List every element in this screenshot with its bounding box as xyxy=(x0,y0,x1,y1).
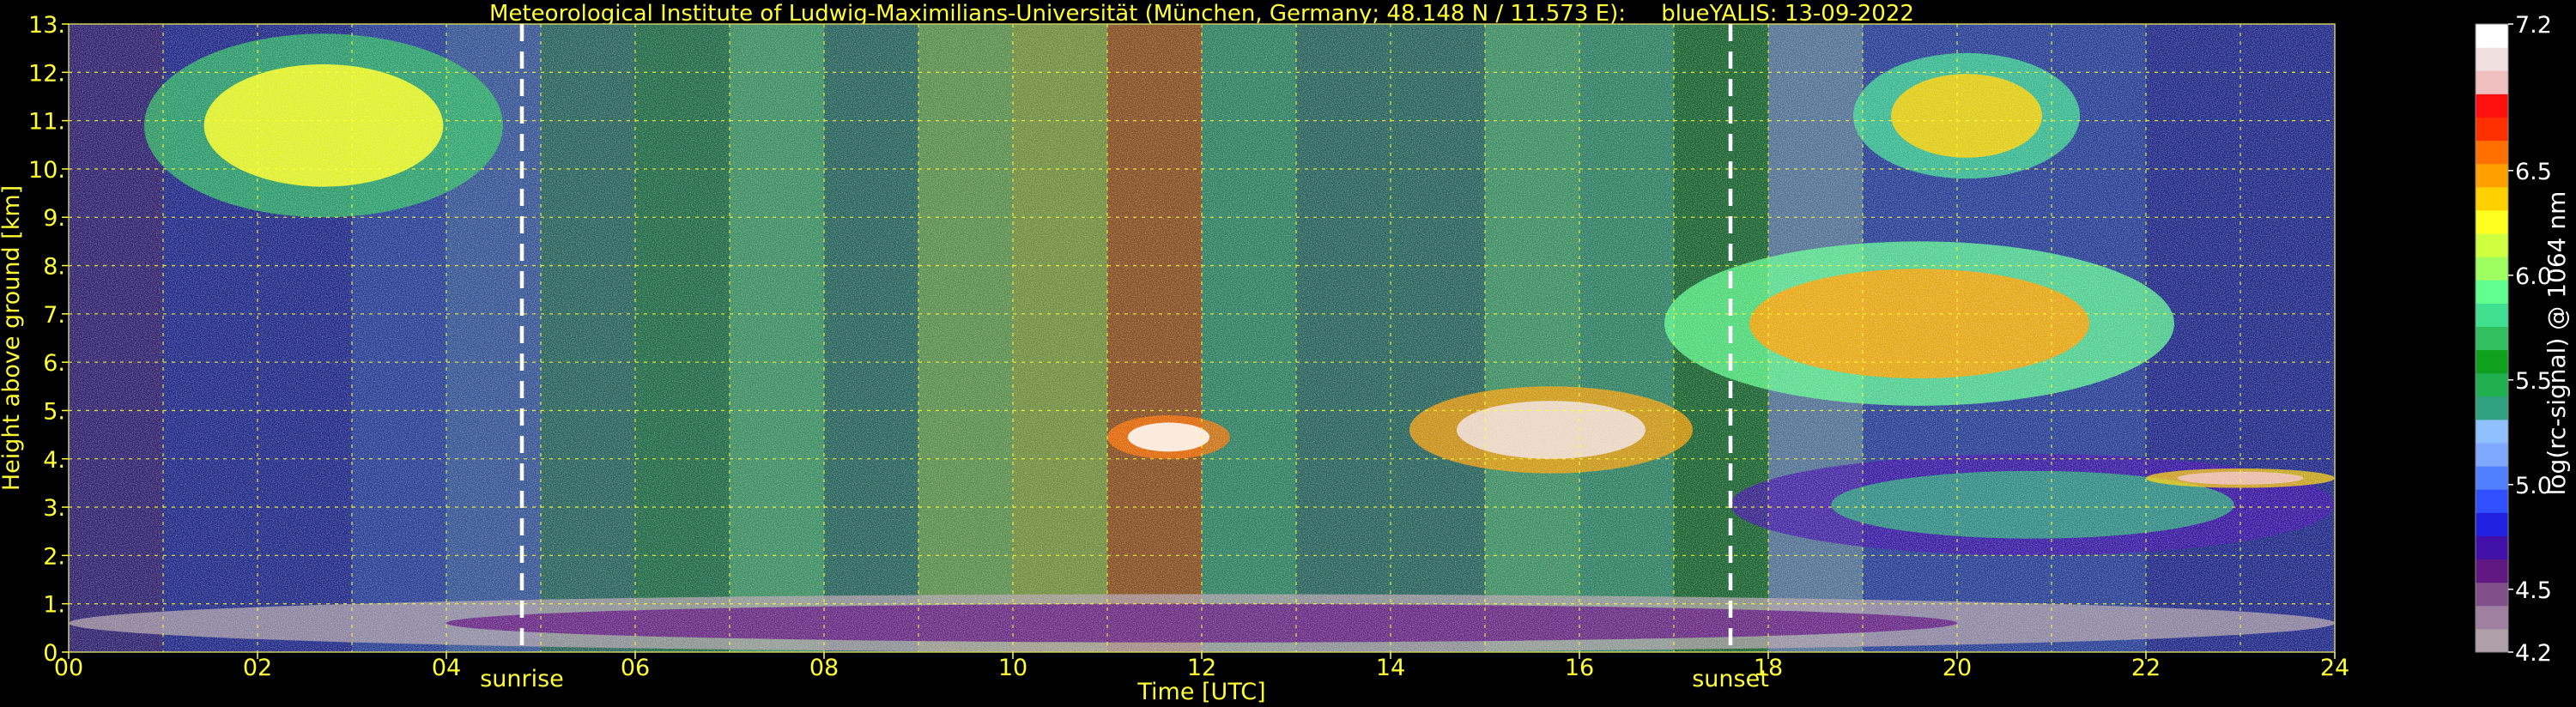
colorbar-swatch xyxy=(2476,605,2508,630)
x-tick-label: 08 xyxy=(809,655,839,681)
colorbar-swatch xyxy=(2476,140,2508,165)
y-tick-label: 4. xyxy=(43,447,65,474)
colorbar-swatch xyxy=(2476,512,2508,536)
sunset-label: sunset xyxy=(1692,666,1769,692)
colorbar-tick-label: 7.2 xyxy=(2515,12,2552,39)
colorbar-tick-label: 4.5 xyxy=(2515,577,2552,604)
colorbar-tick-label: 4.2 xyxy=(2515,640,2552,667)
colorbar-tick-label: 6.5 xyxy=(2515,159,2552,185)
y-tick-label: 11. xyxy=(28,109,65,136)
colorbar-swatch xyxy=(2476,186,2508,211)
colorbar-swatch xyxy=(2476,349,2508,374)
chart-title: Meteorological Institute of Ludwig-Maxim… xyxy=(489,1,1914,27)
x-tick-label: 22 xyxy=(2131,655,2161,681)
lidar-quicklook-chart: Meteorological Institute of Ludwig-Maxim… xyxy=(0,1,2571,705)
y-tick-label: 2. xyxy=(43,543,65,570)
sunrise-label: sunrise xyxy=(480,666,564,692)
colorbar-swatch xyxy=(2476,280,2508,304)
y-axis: 0.1.2.3.4.5.6.7.8.9.10.11.12.13. xyxy=(28,12,69,667)
x-tick-label: 02 xyxy=(243,655,272,681)
x-tick-label: 20 xyxy=(1943,655,1972,681)
y-tick-label: 10. xyxy=(28,157,65,184)
colorbar-swatch xyxy=(2476,582,2508,607)
x-tick-label: 04 xyxy=(432,655,461,681)
x-tick-label: 24 xyxy=(2320,655,2349,681)
colorbar-swatch xyxy=(2476,466,2508,490)
colorbar-swatch xyxy=(2476,70,2508,94)
colorbar-swatch xyxy=(2476,163,2508,188)
colorbar-swatch xyxy=(2476,117,2508,142)
y-tick-label: 6. xyxy=(43,350,65,377)
x-tick-label: 14 xyxy=(1376,655,1405,681)
y-tick-label: 3. xyxy=(43,495,65,522)
colorbar-swatch xyxy=(2476,257,2508,281)
colorbar-swatch xyxy=(2476,94,2508,118)
x-tick-label: 00 xyxy=(54,655,83,681)
colorbar-swatch xyxy=(2476,489,2508,513)
y-tick-label: 8. xyxy=(43,254,65,281)
y-tick-label: 9. xyxy=(43,205,65,232)
colorbar-swatch xyxy=(2476,47,2508,71)
colorbar-swatch xyxy=(2476,209,2508,234)
colorbar-swatch xyxy=(2476,233,2508,257)
x-tick-label: 10 xyxy=(998,655,1027,681)
y-tick-label: 5. xyxy=(43,398,65,425)
colorbar-swatch xyxy=(2476,24,2508,48)
x-tick-label: 12 xyxy=(1187,655,1216,681)
plot-area xyxy=(68,23,2336,653)
colorbar-swatch xyxy=(2476,303,2508,327)
colorbar-swatch xyxy=(2476,419,2508,444)
colorbar-swatch xyxy=(2476,535,2508,560)
x-axis: 00 02 04 06 08 10 12 14 16 18 20 22 24 xyxy=(54,652,2349,681)
y-tick-label: 7. xyxy=(43,302,65,329)
x-tick-label: 16 xyxy=(1565,655,1594,681)
y-tick-label: 12. xyxy=(28,60,65,87)
colorbar: 4.24.55.05.56.06.57.2 xyxy=(2475,12,2552,667)
colorbar-swatch xyxy=(2476,628,2508,653)
colorbar-label: log(rc-signal) @ 1064 nm xyxy=(2543,191,2571,496)
y-axis-label: Height above ground [km] xyxy=(0,185,25,491)
y-tick-label: 1. xyxy=(43,592,65,619)
colorbar-swatch xyxy=(2476,372,2508,397)
y-tick-label: 13. xyxy=(28,12,65,39)
x-tick-label: 06 xyxy=(621,655,650,681)
colorbar-swatch xyxy=(2476,326,2508,351)
x-axis-label: Time [UTC] xyxy=(1136,679,1265,705)
colorbar-swatch xyxy=(2476,559,2508,583)
colorbar-swatch xyxy=(2476,396,2508,420)
colorbar-swatch xyxy=(2476,443,2508,467)
